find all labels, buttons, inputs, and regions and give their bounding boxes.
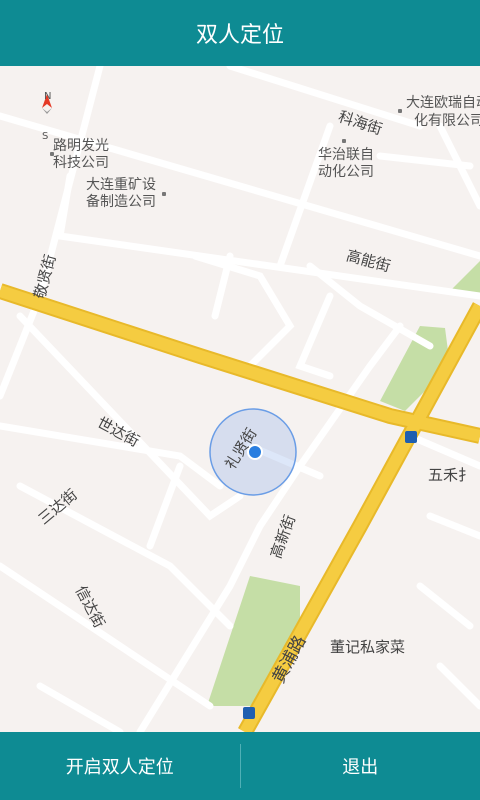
compass-north: N <box>44 91 52 102</box>
poi-marker <box>342 139 346 143</box>
start-dual-location-button[interactable]: 开启双人定位 <box>0 732 240 800</box>
compass-south: S <box>42 131 49 142</box>
poi-label-wuhe: 五禾扌 <box>428 466 474 484</box>
bus-stop-icon <box>405 431 417 443</box>
start-dual-location-label: 开启双人定位 <box>65 757 174 778</box>
poi-label: 备制造公司 <box>86 194 156 210</box>
exit-button[interactable]: 退出 <box>241 732 480 800</box>
poi-label: 路明发光 <box>53 138 109 154</box>
exit-label: 退出 <box>342 757 379 778</box>
poi-label: 大连重矿设 <box>86 177 156 193</box>
page-title: 双人定位 <box>195 23 284 48</box>
poi-label: 科技公司 <box>53 155 109 171</box>
poi-label: 华治联自 <box>318 147 374 163</box>
map-view[interactable]: N S 科海街 大连欧瑞自动 化有限公司 路明发光 科技公司 华治联自 动化公司… <box>0 66 480 732</box>
bottom-bar: 开启双人定位 退出 <box>0 732 480 800</box>
poi-label: 大连欧瑞自动 <box>406 95 480 111</box>
poi-label-dongji: 董记私家菜 <box>330 638 406 656</box>
poi-marker <box>398 109 402 113</box>
poi-label: 化有限公司 <box>414 113 480 129</box>
poi-marker <box>162 192 166 196</box>
bus-stop-icon <box>243 707 255 719</box>
poi-label: 动化公司 <box>318 164 374 180</box>
title-bar: 双人定位 <box>0 0 480 66</box>
